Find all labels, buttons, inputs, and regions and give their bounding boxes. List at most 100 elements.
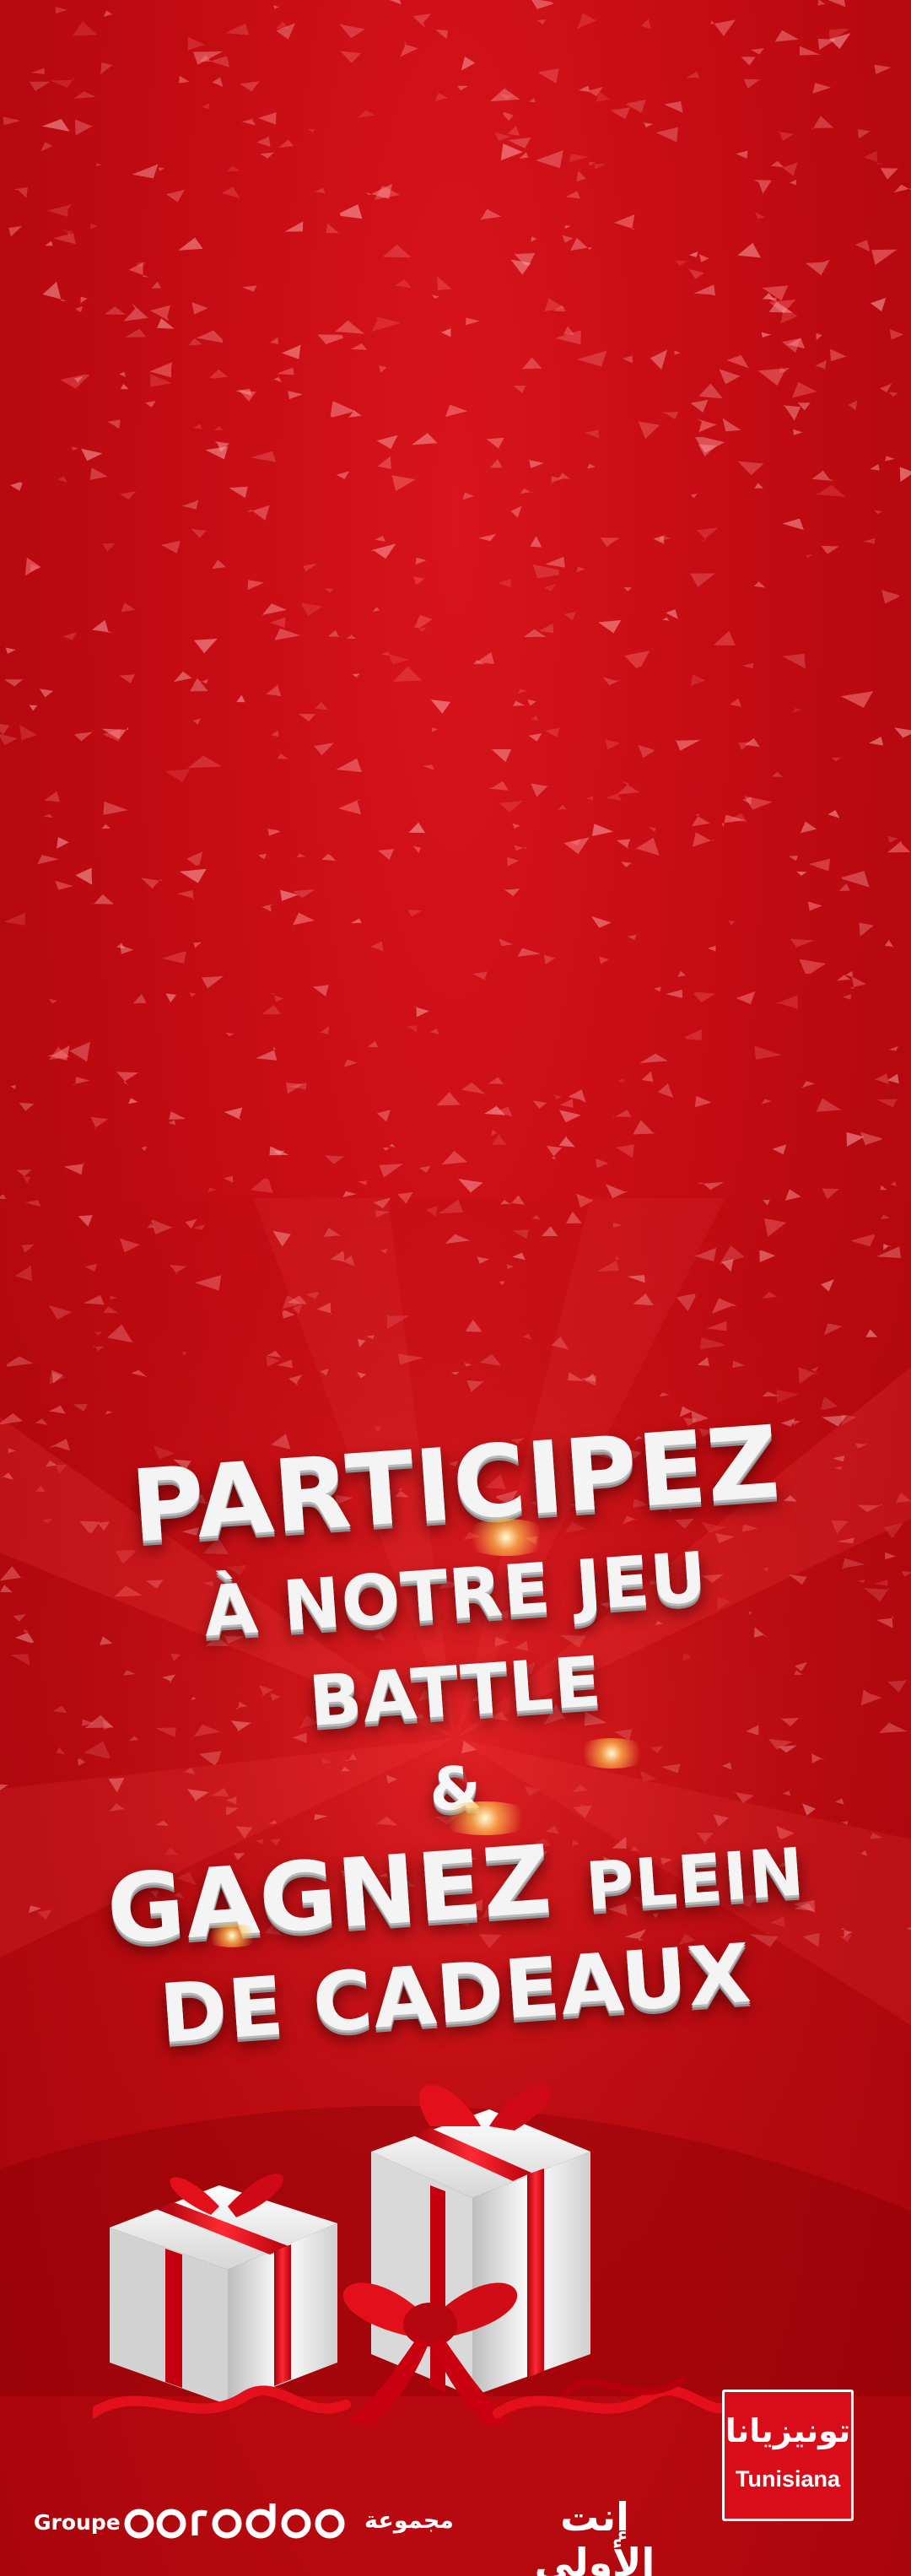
confetti-piece (622, 355, 633, 364)
confetti-piece (569, 154, 589, 163)
confetti-piece (815, 359, 827, 370)
confetti-piece (499, 938, 514, 947)
confetti-piece (793, 429, 804, 435)
confetti-piece (688, 251, 698, 257)
confetti-piece (491, 749, 512, 763)
confetti-piece (594, 164, 606, 170)
confetti-piece (887, 840, 911, 853)
confetti-piece (736, 991, 756, 1005)
confetti-piece (340, 204, 363, 219)
confetti-piece (696, 1181, 725, 1191)
confetti-piece (790, 938, 815, 948)
confetti-piece (191, 302, 208, 315)
confetti-piece (576, 566, 585, 573)
confetti-piece (90, 224, 98, 230)
confetti-piece (788, 179, 797, 186)
confetti-piece (657, 1083, 674, 1098)
confetti-piece (502, 111, 514, 122)
confetti-piece (292, 912, 315, 926)
confetti-piece (209, 369, 229, 379)
confetti-piece (357, 110, 375, 118)
confetti-piece (543, 954, 556, 965)
confetti-piece (71, 446, 79, 451)
confetti-piece (616, 1144, 634, 1158)
confetti-piece (890, 1181, 898, 1186)
confetti-piece (223, 1175, 234, 1183)
confetti-piece (815, 484, 846, 497)
confetti-piece (75, 119, 93, 136)
confetti-piece (240, 81, 260, 92)
sparkle-decoration (574, 1738, 650, 1769)
confetti-piece (288, 391, 303, 400)
confetti-piece (840, 691, 874, 708)
confetti-piece (321, 854, 337, 861)
confetti-piece (610, 107, 631, 120)
confetti-piece (37, 855, 60, 865)
confetti-piece (500, 143, 523, 161)
confetti-piece (132, 163, 160, 179)
confetti-piece (666, 989, 682, 998)
confetti-piece (775, 995, 798, 1010)
confetti-piece (261, 904, 274, 912)
confetti-piece (585, 429, 599, 439)
confetti-piece (556, 805, 568, 811)
confetti-piece (74, 732, 93, 742)
confetti-piece (688, 269, 704, 279)
confetti-piece (42, 119, 70, 132)
confetti-piece (488, 1077, 504, 1084)
confetti-piece (221, 186, 240, 198)
confetti-piece (738, 742, 752, 750)
confetti-piece (101, 543, 116, 552)
confetti-piece (812, 83, 832, 94)
confetti-piece (246, 505, 270, 521)
confetti-piece (0, 724, 10, 735)
confetti-piece (674, 350, 681, 355)
confetti-piece (737, 461, 764, 476)
confetti-piece (532, 1100, 547, 1109)
confetti-piece (326, 223, 340, 234)
confetti-piece (869, 737, 884, 746)
confetti-piece (846, 1131, 864, 1147)
confetti-piece (576, 171, 586, 182)
confetti-piece (691, 674, 706, 686)
confetti-piece (57, 837, 69, 849)
confetti-piece (116, 1072, 139, 1087)
gift-boxes-icon (93, 2085, 734, 2426)
confetti-piece (75, 867, 93, 885)
confetti-piece (655, 127, 678, 143)
confetti-piece (792, 707, 805, 713)
confetti-piece (350, 343, 367, 350)
confetti-piece (90, 1116, 109, 1130)
confetti-piece (801, 1079, 815, 1088)
confetti-piece (101, 824, 111, 829)
confetti-piece (419, 1165, 431, 1173)
confetti-piece (400, 41, 418, 57)
confetti-piece (268, 992, 284, 1002)
confetti-piece (145, 400, 156, 408)
confetti-piece (517, 948, 541, 957)
confetti-piece (531, 783, 550, 797)
confetti-piece (686, 71, 700, 78)
confetti-piece (270, 337, 279, 344)
confetti-piece (55, 880, 73, 890)
confetti-piece (623, 586, 633, 591)
confetti-piece (606, 1184, 629, 1199)
confetti-piece (489, 87, 520, 102)
confetti-piece (379, 1164, 404, 1178)
confetti-piece (499, 801, 524, 813)
headline-plein: PLEIN (583, 1834, 807, 1926)
confetti-piece (128, 262, 150, 278)
confetti-piece (807, 901, 822, 911)
confetti-piece (261, 603, 287, 615)
confetti-piece (659, 535, 671, 542)
confetti-piece (151, 281, 161, 289)
confetti-piece (538, 68, 559, 84)
confetti-piece (431, 727, 439, 732)
confetti-piece (626, 100, 646, 113)
confetti-piece (119, 371, 126, 377)
confetti-piece (251, 451, 277, 462)
confetti-piece (517, 689, 527, 694)
confetti-piece (563, 837, 590, 855)
confetti-piece (710, 19, 736, 36)
confetti-piece (100, 62, 113, 74)
